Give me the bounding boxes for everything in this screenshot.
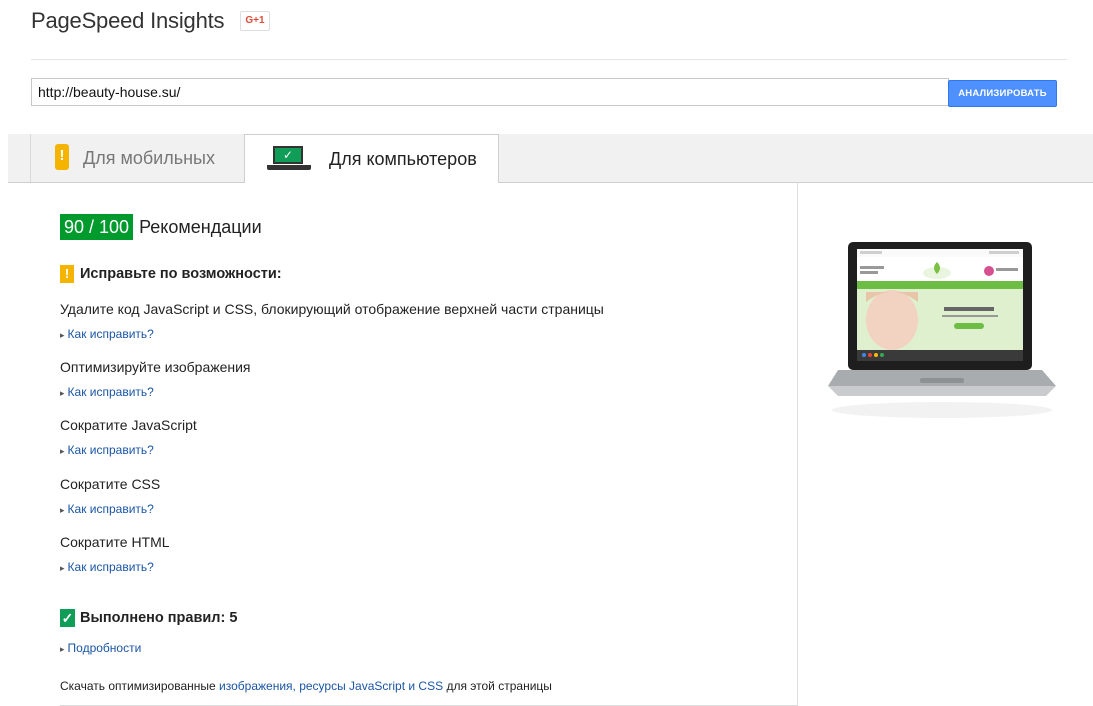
tab-desktop[interactable]: ✓ Для компьютеров (244, 134, 499, 183)
rule-title: Удалите код JavaScript и CSS, блокирующи… (60, 301, 604, 317)
laptop-icon: ✓ (267, 146, 311, 172)
app-header: PageSpeed Insights G+1 (31, 6, 270, 36)
download-prefix: Скачать оптимизированные (60, 679, 216, 693)
tab-mobile[interactable]: Для мобильных (30, 134, 244, 182)
rule-title: Оптимизируйте изображения (60, 359, 251, 375)
gplus-button[interactable]: G+1 (240, 11, 270, 31)
how-to-fix-link[interactable]: Как исправить? (60, 327, 154, 341)
consider-fixing-text: Исправьте по возможности: (80, 266, 282, 282)
how-to-fix-link[interactable]: Как исправить? (60, 385, 154, 399)
url-input[interactable] (31, 78, 949, 106)
app-title: PageSpeed Insights (31, 8, 225, 33)
score-badge: 90 / 100 (60, 214, 134, 240)
desktop-preview-image (828, 242, 1056, 418)
mobile-phone-icon (55, 144, 69, 170)
details-link[interactable]: Подробности (60, 641, 142, 655)
rule-title: Сократите CSS (60, 476, 161, 492)
warning-icon: ! (60, 265, 74, 283)
score-label: Рекомендации (139, 216, 262, 237)
how-to-fix-link[interactable]: Как исправить? (60, 502, 154, 516)
header-divider (31, 59, 1067, 60)
rule-title: Сократите JavaScript (60, 417, 197, 433)
how-to-fix-link[interactable]: Как исправить? (60, 443, 154, 457)
consider-fixing-heading: ! Исправьте по возможности: (60, 265, 282, 283)
download-optimized-line: Скачать оптимизированные изображения, ре… (60, 679, 552, 693)
device-tabs: Для мобильных ✓ Для компьютеров (8, 134, 1093, 183)
download-suffix: для этой страницы (446, 679, 552, 693)
analyze-button[interactable]: АНАЛИЗИРОВАТЬ (948, 80, 1057, 107)
download-resources-link[interactable]: изображения, ресурсы JavaScript и CSS (219, 679, 443, 693)
score-row: 90 / 100 Рекомендации (60, 214, 262, 240)
how-to-fix-link[interactable]: Как исправить? (60, 560, 154, 574)
checkmark-icon: ✓ (60, 609, 75, 627)
passed-rules-text: Выполнено правил: 5 (80, 610, 238, 626)
passed-rules-heading: ✓ Выполнено правил: 5 (60, 609, 237, 627)
tab-desktop-label: Для компьютеров (329, 148, 477, 169)
rule-title: Сократите HTML (60, 534, 170, 550)
tab-mobile-label: Для мобильных (83, 147, 215, 168)
